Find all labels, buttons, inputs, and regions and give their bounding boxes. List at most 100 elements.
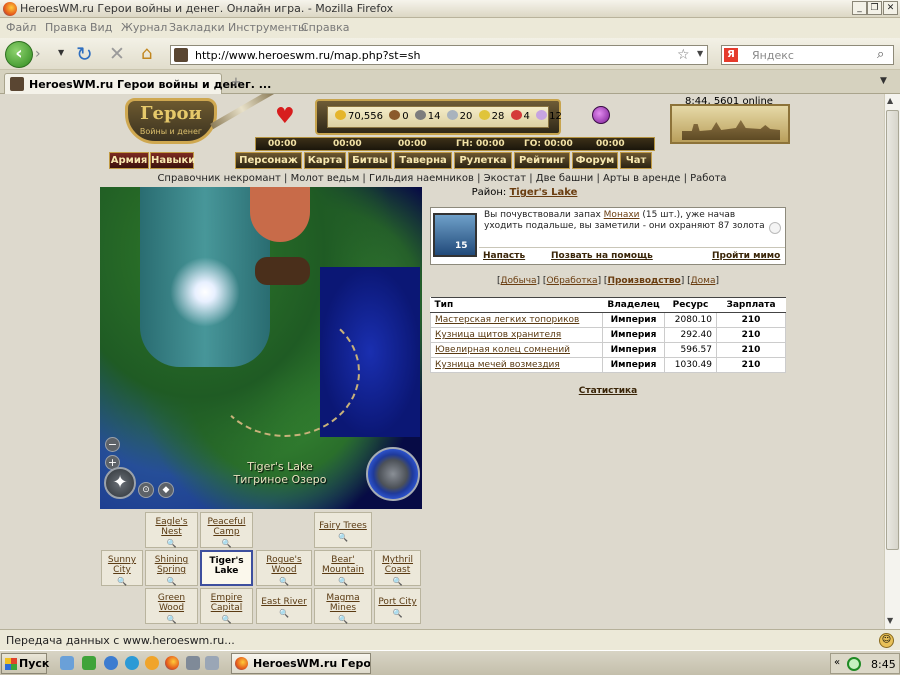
filter-processing[interactable]: Обработка — [546, 276, 597, 286]
map-label-en: Tiger's Lake — [247, 460, 313, 473]
mercury-value: 20 — [459, 111, 473, 122]
quicklaunch-desktop-icon[interactable] — [60, 656, 74, 670]
nav-battles[interactable]: Битвы — [348, 152, 392, 169]
nav-character[interactable]: Персонаж — [235, 152, 302, 169]
close-button[interactable]: ✕ — [883, 1, 898, 15]
address-url[interactable]: http://www.heroeswm.ru/map.php?st=sh — [195, 49, 421, 62]
district-rogues-wood[interactable]: Rogue's Wood 🔍 — [256, 550, 312, 586]
guild-links[interactable]: Справочник некромант | Молот ведьм | Гил… — [0, 173, 884, 184]
monster-avatar[interactable]: 15 — [433, 213, 477, 257]
building-name[interactable]: Мастерская легких топориков — [430, 312, 603, 328]
nav-rating[interactable]: Рейтинг — [514, 152, 570, 169]
menu-edit[interactable]: Правка — [45, 21, 87, 34]
vertical-scrollbar[interactable]: ▲ ▼ — [884, 94, 900, 629]
district-east-river[interactable]: East River 🔍 — [256, 588, 312, 624]
map-layers-icon[interactable]: ◆ — [158, 482, 174, 498]
scroll-down-icon[interactable]: ▼ — [887, 616, 893, 625]
nav-chat[interactable]: Чат — [620, 152, 652, 169]
url-dropdown-icon[interactable]: ▼ — [697, 49, 703, 58]
scroll-up-icon[interactable]: ▲ — [887, 96, 893, 105]
minimize-button[interactable]: _ — [852, 1, 867, 15]
quicklaunch-media-icon[interactable] — [145, 656, 159, 670]
new-tab-button[interactable]: + — [226, 75, 246, 91]
wood-value: 0 — [402, 111, 409, 122]
yandex-icon[interactable]: Я — [724, 48, 738, 62]
bookmark-star-icon[interactable]: ☆ — [677, 47, 690, 63]
district-shining-spring[interactable]: Shining Spring 🔍 — [145, 550, 198, 586]
forward-button[interactable]: › — [35, 46, 55, 64]
nav-forum[interactable]: Форум — [572, 152, 618, 169]
quicklaunch-messenger-icon[interactable] — [125, 656, 139, 670]
district-fairy-trees[interactable]: Fairy Trees 🔍 — [314, 512, 372, 548]
quicklaunch-doc-icon[interactable] — [205, 656, 219, 670]
menu-bookmarks[interactable]: Закладки — [169, 21, 225, 34]
compass-icon[interactable]: ✦ — [104, 467, 136, 499]
district-mythril-coast[interactable]: Mythril Coast 🔍 — [374, 550, 421, 586]
encounter-toggle-icon[interactable] — [769, 222, 781, 234]
filter-mining[interactable]: Добыча — [501, 276, 537, 286]
district-peaceful-camp[interactable]: Peaceful Camp 🔍 — [200, 512, 253, 548]
call-help-link[interactable]: Позвать на помощь — [551, 251, 653, 261]
buildings-table: Тип Владелец Ресурс Зарплата Мастерская … — [430, 297, 786, 373]
filter-houses[interactable]: Дома — [691, 276, 716, 286]
maximize-button[interactable]: ❐ — [867, 1, 882, 15]
quicklaunch-app-icon[interactable] — [186, 656, 200, 670]
district-eagles-nest[interactable]: Eagle's Nest 🔍 — [145, 512, 198, 548]
menu-tools[interactable]: Инструменты — [228, 21, 307, 34]
tab-list-icon[interactable]: ▼ — [880, 76, 887, 86]
menu-help[interactable]: Справка — [301, 21, 349, 34]
monster-link[interactable]: Монахи — [604, 210, 640, 220]
nav-roulette[interactable]: Рулетка — [454, 152, 512, 169]
encounter-actions: Напасть Позвать на помощь Пройти мимо — [479, 247, 785, 265]
district-sunny-city[interactable]: Sunny City 🔍 — [101, 550, 143, 586]
nav-map[interactable]: Карта — [304, 152, 346, 169]
tab-heroeswm[interactable]: HeroesWM.ru Герои войны и денег. ... — [4, 73, 271, 94]
attack-link[interactable]: Напасть — [483, 251, 525, 261]
quicklaunch-v-icon[interactable] — [82, 656, 96, 670]
menu-history[interactable]: Журнал — [121, 21, 167, 34]
menu-file[interactable]: Файл — [6, 21, 36, 34]
district-magma-mines[interactable]: Magma Mines 🔍 — [314, 588, 372, 624]
search-icon[interactable]: ⌕ — [877, 47, 884, 62]
search-box[interactable]: Я Яндекс ⌕ — [721, 45, 894, 65]
district-name-link[interactable]: Tiger's Lake — [509, 187, 577, 198]
game-logo[interactable]: Герои Войны и денег — [125, 98, 217, 144]
back-button[interactable]: ‹ — [5, 41, 33, 68]
status-bar: Передача данных с www.heroeswm.ru... ☺ — [0, 629, 900, 650]
tray-expand-chevron[interactable]: « — [834, 657, 840, 668]
zoom-out-icon[interactable]: − — [105, 437, 120, 452]
start-button[interactable]: Пуск — [1, 653, 49, 674]
district-port-city[interactable]: Port City 🔍 — [374, 588, 421, 624]
building-name[interactable]: Ювелирная колец сомнений — [430, 342, 603, 358]
district-empire-capital[interactable]: Empire Capital 🔍 — [200, 588, 253, 624]
history-dropdown-icon[interactable]: ▼ — [58, 48, 64, 57]
district-green-wood[interactable]: Green Wood 🔍 — [145, 588, 198, 624]
game-nav: Армия Навыки Персонаж Карта Битвы Таверн… — [95, 152, 665, 170]
tray-network-icon[interactable] — [847, 657, 861, 671]
statistics-link[interactable]: Статистика — [430, 386, 786, 396]
nav-army[interactable]: Армия — [109, 152, 149, 169]
world-map[interactable]: Tiger's Lake Тигриное Озеро − + ✦ ⊙ ◆ — [100, 187, 422, 509]
nav-tavern[interactable]: Таверна — [394, 152, 452, 169]
filter-production[interactable]: Производство — [607, 276, 680, 286]
taskbar-firefox-window[interactable]: HeroesWM.ru Герои в... — [231, 653, 371, 674]
scroll-thumb[interactable] — [886, 110, 899, 550]
tab-bar: HeroesWM.ru Герои войны и денег. ... + ▼ — [0, 70, 900, 94]
pass-by-link[interactable]: Пройти мимо — [712, 251, 780, 261]
home-icon[interactable]: ⌂ — [141, 44, 152, 64]
reload-icon[interactable]: ↻ — [76, 44, 93, 64]
quicklaunch-firefox-icon[interactable] — [165, 656, 179, 670]
map-pan-control[interactable] — [366, 447, 420, 501]
stop-icon[interactable]: ✕ — [109, 44, 125, 64]
district-bear-mountain[interactable]: Bear' Mountain 🔍 — [314, 550, 372, 586]
menu-view[interactable]: Вид — [90, 21, 112, 34]
search-input[interactable]: Яндекс — [752, 49, 794, 62]
building-owner: Империя — [602, 357, 665, 373]
quicklaunch-ie-icon[interactable] — [104, 656, 118, 670]
building-name[interactable]: Кузница мечей возмездия — [430, 357, 603, 373]
nav-skills[interactable]: Навыки — [150, 152, 195, 169]
building-name[interactable]: Кузница щитов хранителя — [430, 327, 603, 343]
map-settings-icon[interactable]: ⊙ — [138, 482, 154, 498]
addon-smiley-icon[interactable]: ☺ — [879, 633, 894, 648]
address-bar[interactable]: http://www.heroeswm.ru/map.php?st=sh ☆ ▼ — [170, 45, 708, 65]
